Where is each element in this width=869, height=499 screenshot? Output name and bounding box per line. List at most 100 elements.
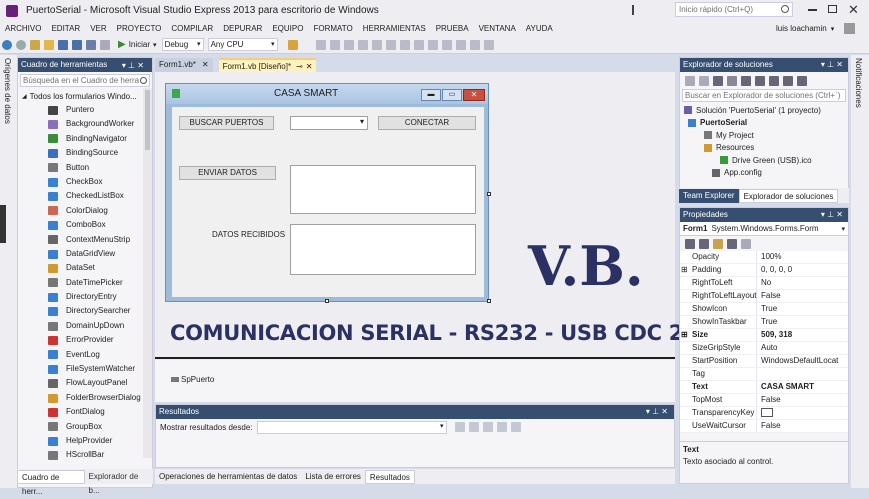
collapse-icon[interactable]: ◢	[22, 93, 27, 100]
toolbox-group[interactable]: ◢ Todos los formularios Windo...	[18, 89, 152, 103]
designed-form[interactable]: CASA SMART ▬ ▭ ✕ BUSCAR PUERTOS ▾ CONECT…	[165, 83, 489, 302]
conectar-button[interactable]: CONECTAR	[378, 116, 476, 130]
form-titlebar[interactable]: CASA SMART ▬ ▭ ✕	[166, 84, 488, 104]
property-value[interactable]: WindowsDefaultLocat	[756, 355, 848, 367]
property-row-righttoleftlayout[interactable]: RightToLeftLayout False	[680, 290, 848, 303]
refresh-icon[interactable]	[741, 75, 751, 86]
pin-icon[interactable]: ▾ ⊥ ✕	[821, 58, 843, 72]
collapse-all-icon[interactable]	[755, 75, 765, 86]
quick-launch[interactable]: Inicio rápido (Ctrl+Q)	[675, 2, 793, 17]
property-value[interactable]: 100%	[756, 251, 848, 263]
platform-select[interactable]: Any CPU ▾	[207, 38, 278, 51]
property-value[interactable]: 0, 0, 0, 0	[756, 264, 848, 276]
toolbox-item-colordialog[interactable]: ColorDialog	[18, 204, 152, 218]
property-row-righttoleft[interactable]: RightToLeft No	[680, 277, 848, 290]
properties-icon[interactable]	[713, 238, 723, 249]
menu-item-herramientas[interactable]: HERRAMIENTAS	[358, 21, 431, 36]
property-value[interactable]: No	[756, 277, 848, 289]
toolbox-item-checkedlistbox[interactable]: CheckedListBox	[18, 189, 152, 203]
menu-item-archivo[interactable]: ARCHIVO	[0, 21, 46, 36]
start-button[interactable]: Iniciar	[129, 40, 150, 49]
tab-team-explorer[interactable]: Team Explorer	[679, 188, 739, 203]
menu-item-ayuda[interactable]: AYUDA	[521, 21, 558, 36]
property-value[interactable]: False	[756, 290, 848, 302]
events-icon[interactable]	[727, 238, 737, 249]
back-icon[interactable]	[2, 39, 12, 50]
menu-item-formato[interactable]: FORMATO	[308, 21, 357, 36]
toolbox-search[interactable]: Búsqueda en el Cuadro de herra	[20, 74, 150, 87]
tab-error-list[interactable]: Lista de errores	[301, 470, 365, 484]
menu-item-ver[interactable]: VER	[85, 21, 111, 36]
toolbox-item-directorysearcher[interactable]: DirectorySearcher	[18, 304, 152, 318]
clear-icon[interactable]	[496, 422, 507, 432]
next-icon[interactable]	[482, 422, 493, 432]
attach-icon[interactable]	[287, 39, 298, 50]
property-value[interactable]: CASA SMART	[756, 381, 848, 393]
tree-item[interactable]: Solución 'PuertoSerial' (1 proyecto)	[680, 104, 848, 117]
tree-item[interactable]: PuertoSerial	[680, 117, 848, 130]
toolbox-item-fontdialog[interactable]: FontDialog	[18, 405, 152, 419]
sync-icon[interactable]	[727, 75, 737, 86]
toolbox-item-domainupdown[interactable]: DomainUpDown	[18, 319, 152, 333]
pin-icon[interactable]: ▾ ⊥ ✕	[821, 208, 843, 222]
toolbox-item-checkbox[interactable]: CheckBox	[18, 175, 152, 189]
property-value[interactable]	[756, 368, 848, 380]
tree-item[interactable]: Drive Green (USB).ico	[680, 154, 848, 167]
toolbox-item-puntero[interactable]: Puntero	[18, 103, 152, 117]
toolbox-item-folderbrowserdialog[interactable]: FolderBrowserDialog	[18, 391, 152, 405]
property-value[interactable]: False	[756, 394, 848, 406]
back-icon[interactable]	[685, 75, 695, 86]
alphabetical-icon[interactable]	[699, 238, 709, 249]
menu-item-equipo[interactable]: EQUIPO	[267, 21, 308, 36]
property-value[interactable]: 509, 318	[756, 329, 848, 341]
grid-icon[interactable]	[427, 39, 438, 50]
property-row-size[interactable]: ⊞ Size 509, 318	[680, 329, 848, 342]
tab-toolbox[interactable]: Cuadro de herr...	[17, 469, 85, 496]
redo-icon[interactable]	[100, 39, 110, 50]
minimize-button[interactable]	[808, 9, 817, 11]
toolbox-item-combobox[interactable]: ComboBox	[18, 218, 152, 232]
form-selection-handle[interactable]	[325, 299, 329, 303]
property-row-usewaitcursor[interactable]: UseWaitCursor False	[680, 420, 848, 433]
size-height-icon[interactable]	[413, 39, 424, 50]
property-value[interactable]: Auto	[756, 342, 848, 354]
form-close-button[interactable]: ✕	[463, 89, 485, 101]
property-row-showicon[interactable]: ShowIcon True	[680, 303, 848, 316]
categorized-icon[interactable]	[685, 238, 695, 249]
align-center-icon[interactable]	[329, 39, 340, 50]
start-dropdown-icon[interactable]: ▾	[153, 41, 157, 49]
expand-icon[interactable]: ⊞	[681, 329, 688, 341]
enviar-datos-button[interactable]: ENVIAR DATOS	[179, 166, 276, 180]
align-top-icon[interactable]	[357, 39, 368, 50]
user-avatar[interactable]	[844, 23, 856, 34]
toolbox-item-bindingsource[interactable]: BindingSource	[18, 146, 152, 160]
close-icon[interactable]: ✕	[306, 62, 313, 71]
property-row-text[interactable]: Text CASA SMART	[680, 381, 848, 394]
toolbox-item-hscrollbar[interactable]: HScrollBar	[18, 448, 152, 462]
pin-icon[interactable]: ⊸	[296, 62, 303, 71]
toolbox-item-backgroundworker[interactable]: BackgroundWorker	[18, 117, 152, 131]
toolbox-item-helpprovider[interactable]: HelpProvider	[18, 434, 152, 448]
menu-item-ventana[interactable]: VENTANA	[474, 21, 521, 36]
forward-icon[interactable]	[699, 75, 709, 86]
property-value[interactable]: True	[756, 303, 848, 315]
property-row-topmost[interactable]: TopMost False	[680, 394, 848, 407]
toolbox-item-contextmenustrip[interactable]: ContextMenuStrip	[18, 233, 152, 247]
menu-item-depurar[interactable]: DEPURAR	[218, 21, 267, 36]
pin-icon[interactable]: ▾ ⊥ ✕	[122, 59, 144, 73]
toolbox-item-errorprovider[interactable]: ErrorProvider	[18, 333, 152, 347]
spacing-icon[interactable]	[455, 39, 466, 50]
toolbox-item-groupbox[interactable]: GroupBox	[18, 420, 152, 434]
tab-solution-explorer[interactable]: Explorador de soluciones	[738, 188, 839, 203]
toolbox-item-datetimepicker[interactable]: DateTimePicker	[18, 276, 152, 290]
align-middle-icon[interactable]	[371, 39, 382, 50]
toolbox-item-button[interactable]: Button	[18, 161, 152, 175]
form-maximize-button[interactable]: ▭	[442, 89, 462, 101]
property-row-padding[interactable]: ⊞ Padding 0, 0, 0, 0	[680, 264, 848, 277]
code-icon[interactable]	[797, 75, 807, 86]
align-left-icon[interactable]	[315, 39, 326, 50]
menu-item-editar[interactable]: EDITAR	[46, 21, 85, 36]
toolbox-item-directoryentry[interactable]: DirectoryEntry	[18, 290, 152, 304]
form-selection-handle[interactable]	[487, 192, 491, 196]
close-icon[interactable]: ✕	[202, 60, 209, 69]
